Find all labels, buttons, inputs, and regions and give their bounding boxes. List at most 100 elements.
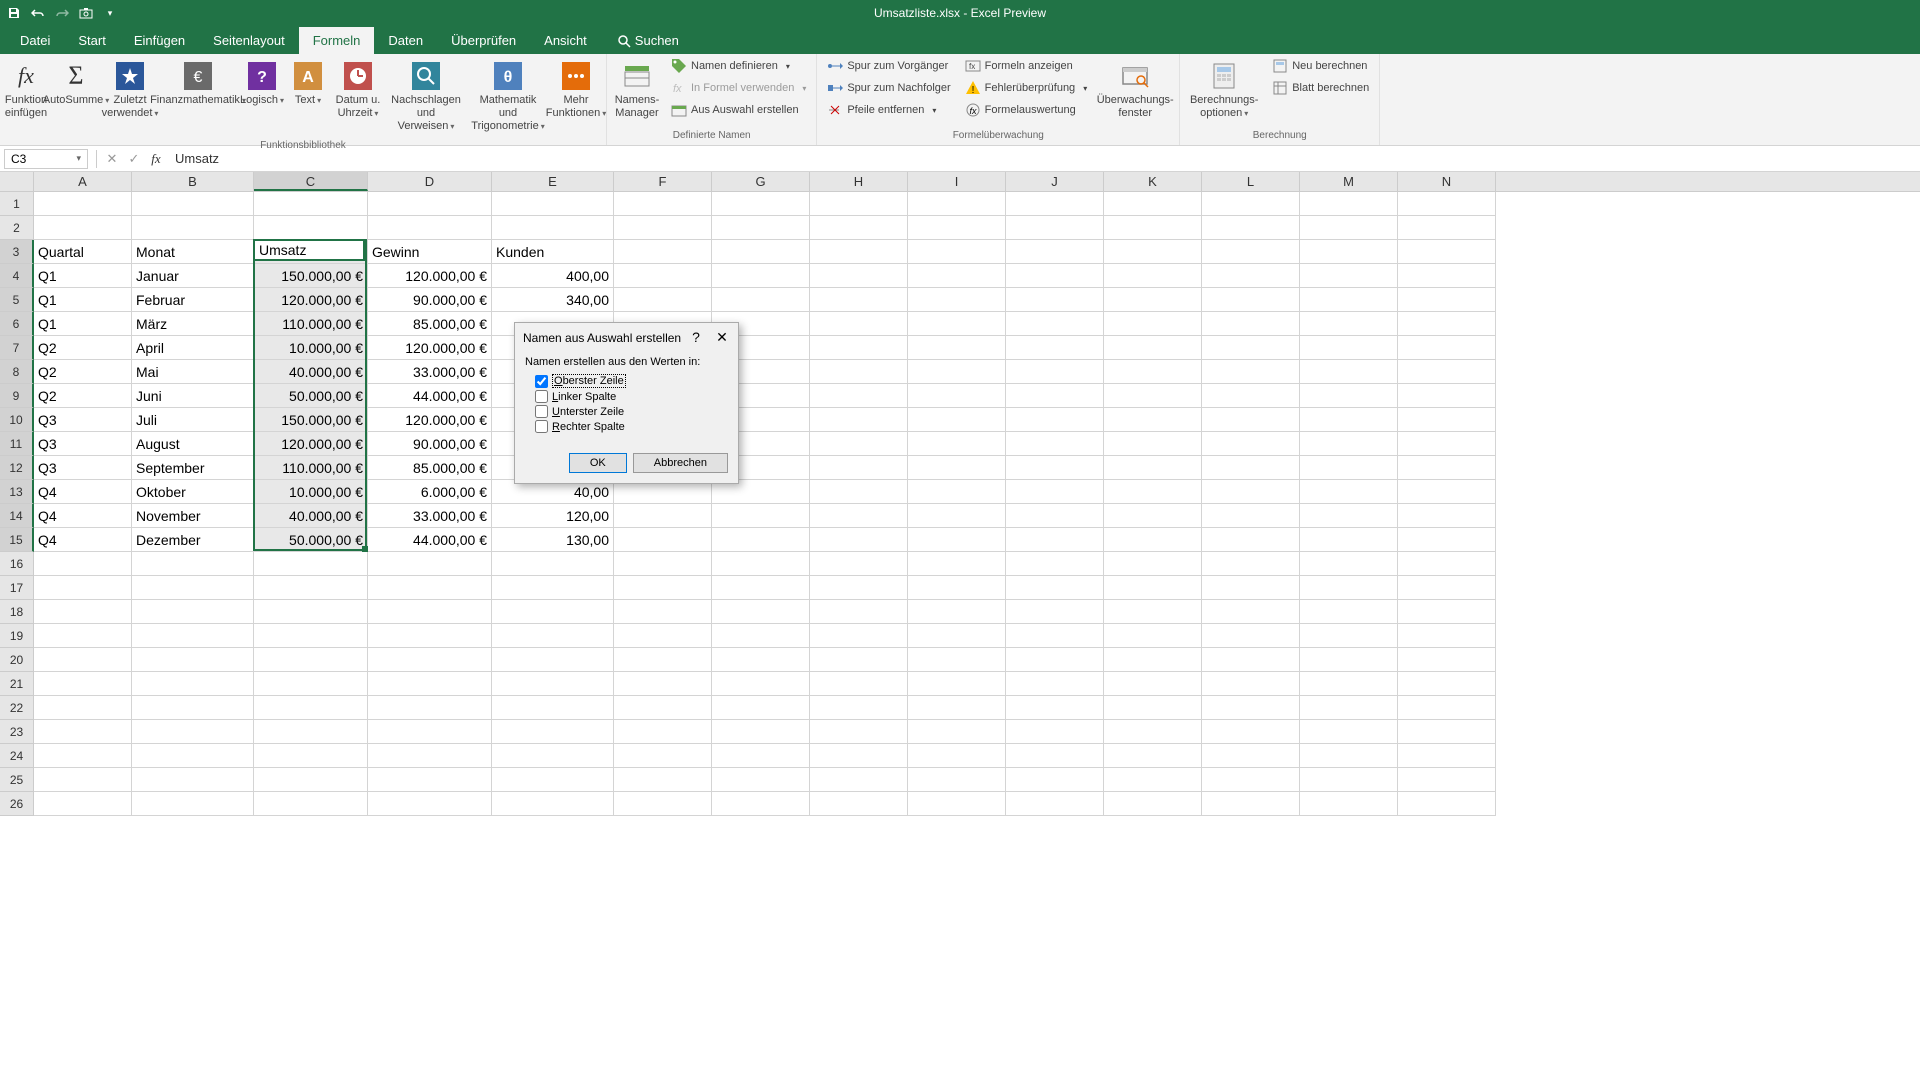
save-icon[interactable] [6,5,22,21]
cell-I20[interactable] [908,648,1006,672]
cell-K5[interactable] [1104,288,1202,312]
cell-J8[interactable] [1006,360,1104,384]
cell-I13[interactable] [908,480,1006,504]
cell-H9[interactable] [810,384,908,408]
cell-B22[interactable] [132,696,254,720]
show-formulas-button[interactable]: fx Formeln anzeigen [959,56,1094,76]
cell-N26[interactable] [1398,792,1496,816]
autosum-button[interactable]: Σ AutoSumme [50,56,102,111]
cell-F25[interactable] [614,768,712,792]
cell-I25[interactable] [908,768,1006,792]
cell-E21[interactable] [492,672,614,696]
cell-L13[interactable] [1202,480,1300,504]
select-all-corner[interactable] [0,172,34,191]
row-header-11[interactable]: 11 [0,432,34,456]
cell-I2[interactable] [908,216,1006,240]
cell-B11[interactable]: August [132,432,254,456]
cell-K23[interactable] [1104,720,1202,744]
cell-A24[interactable] [34,744,132,768]
row-header-18[interactable]: 18 [0,600,34,624]
cell-D6[interactable]: 85.000,00 € [368,312,492,336]
dialog-help-button[interactable]: ? [688,329,704,346]
cell-A11[interactable]: Q3 [34,432,132,456]
cell-N2[interactable] [1398,216,1496,240]
cell-I7[interactable] [908,336,1006,360]
tab-formeln[interactable]: Formeln [299,27,375,54]
cell-C10[interactable]: 150.000,00 € [254,408,368,432]
cell-F19[interactable] [614,624,712,648]
cell-D23[interactable] [368,720,492,744]
column-header-C[interactable]: C [254,172,368,191]
cell-D4[interactable]: 120.000,00 € [368,264,492,288]
cell-J21[interactable] [1006,672,1104,696]
tab-seitenlayout[interactable]: Seitenlayout [199,27,299,54]
cell-L15[interactable] [1202,528,1300,552]
cell-E3[interactable]: Kunden [492,240,614,264]
cell-B18[interactable] [132,600,254,624]
cell-F17[interactable] [614,576,712,600]
lookup-button[interactable]: Nachschlagen und Verweisen [386,56,466,138]
calc-options-button[interactable]: Berechnungs-optionen [1184,56,1264,124]
cell-M16[interactable] [1300,552,1398,576]
cell-N12[interactable] [1398,456,1496,480]
cell-A20[interactable] [34,648,132,672]
cell-I17[interactable] [908,576,1006,600]
cell-H8[interactable] [810,360,908,384]
cell-L21[interactable] [1202,672,1300,696]
cell-J11[interactable] [1006,432,1104,456]
cell-A6[interactable]: Q1 [34,312,132,336]
cell-F22[interactable] [614,696,712,720]
cell-H24[interactable] [810,744,908,768]
cell-K12[interactable] [1104,456,1202,480]
cell-J26[interactable] [1006,792,1104,816]
name-box-dropdown-icon[interactable]: ▾ [76,153,81,164]
cell-B1[interactable] [132,192,254,216]
cell-A4[interactable]: Q1 [34,264,132,288]
cell-K6[interactable] [1104,312,1202,336]
cell-K24[interactable] [1104,744,1202,768]
cell-A26[interactable] [34,792,132,816]
column-header-N[interactable]: N [1398,172,1496,191]
cell-L4[interactable] [1202,264,1300,288]
column-header-H[interactable]: H [810,172,908,191]
cell-M1[interactable] [1300,192,1398,216]
cell-N9[interactable] [1398,384,1496,408]
evaluate-formula-button[interactable]: fx Formelauswertung [959,100,1094,120]
cell-H6[interactable] [810,312,908,336]
cell-I21[interactable] [908,672,1006,696]
cell-D21[interactable] [368,672,492,696]
cell-M19[interactable] [1300,624,1398,648]
cell-H18[interactable] [810,600,908,624]
cell-J5[interactable] [1006,288,1104,312]
cell-L7[interactable] [1202,336,1300,360]
cell-C9[interactable]: 50.000,00 € [254,384,368,408]
cell-B6[interactable]: März [132,312,254,336]
cell-B17[interactable] [132,576,254,600]
cell-M24[interactable] [1300,744,1398,768]
cell-C19[interactable] [254,624,368,648]
cell-N6[interactable] [1398,312,1496,336]
cell-N20[interactable] [1398,648,1496,672]
cell-N8[interactable] [1398,360,1496,384]
cell-A18[interactable] [34,600,132,624]
cell-B16[interactable] [132,552,254,576]
cell-M25[interactable] [1300,768,1398,792]
cell-H25[interactable] [810,768,908,792]
cell-H20[interactable] [810,648,908,672]
cell-B3[interactable]: Monat [132,240,254,264]
cell-B7[interactable]: April [132,336,254,360]
cell-F18[interactable] [614,600,712,624]
cell-D8[interactable]: 33.000,00 € [368,360,492,384]
camera-icon[interactable] [78,5,94,21]
cell-C5[interactable]: 120.000,00 € [254,288,368,312]
cell-J19[interactable] [1006,624,1104,648]
cell-H11[interactable] [810,432,908,456]
cell-C26[interactable] [254,792,368,816]
cell-M10[interactable] [1300,408,1398,432]
cell-I19[interactable] [908,624,1006,648]
cell-E16[interactable] [492,552,614,576]
cell-K26[interactable] [1104,792,1202,816]
cell-H19[interactable] [810,624,908,648]
column-header-B[interactable]: B [132,172,254,191]
cell-C13[interactable]: 10.000,00 € [254,480,368,504]
